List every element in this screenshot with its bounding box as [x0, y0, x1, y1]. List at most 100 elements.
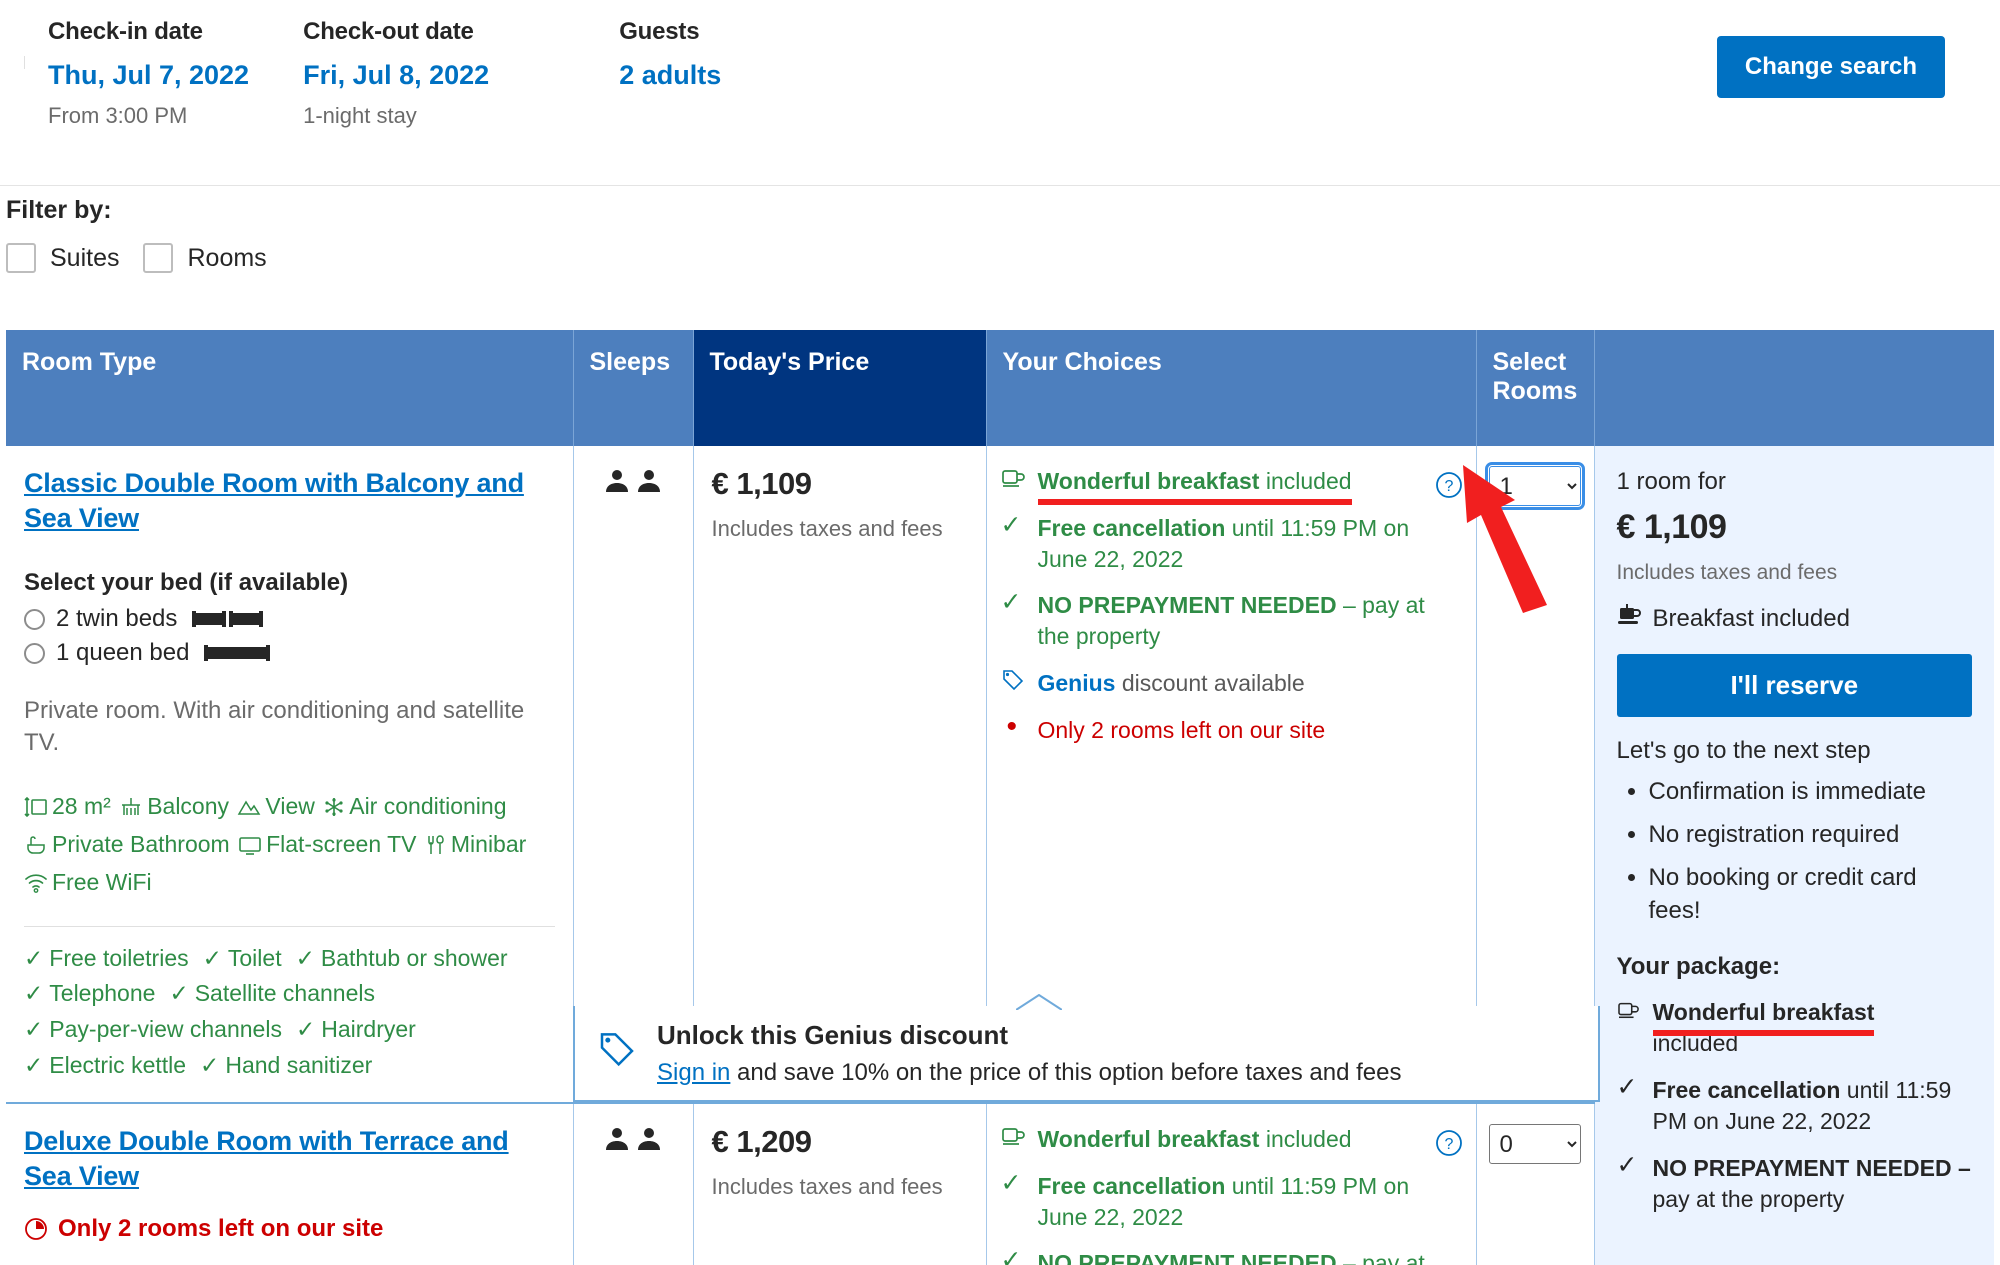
- svg-text:?: ?: [1444, 478, 1453, 495]
- header-reserve-panel: [1594, 330, 1994, 446]
- table-row: Classic Double Room with Balcony and Sea…: [6, 446, 1994, 1265]
- bed-selection-title: Select your bed (if available): [24, 569, 349, 597]
- filter-suites[interactable]: Suites: [6, 243, 119, 273]
- breakfast-icon: [1617, 997, 1641, 1059]
- package-prepayment-text: NO PREPAYMENT NEEDED – pay at the proper…: [1652, 1154, 1971, 1212]
- guests-block[interactable]: Guests 2 adults: [519, 18, 751, 103]
- check-icon: ✓: [24, 944, 44, 971]
- sleeps-cell: [573, 1102, 694, 1265]
- amenity-air-conditioning: Air conditioning: [323, 793, 507, 819]
- amenities-line-3: Free WiFi: [24, 865, 555, 903]
- amenities-line-2: Private Bathroom Flat-screen TV Minibar: [24, 827, 555, 865]
- bed-selection: Select your bed (if available) 2 twin be…: [24, 569, 555, 667]
- choice-prepayment: ✓ NO PREPAYMENT NEEDED – pay at: [1001, 1248, 1428, 1265]
- select-rooms-dropdown[interactable]: 012: [1488, 1124, 1581, 1164]
- facility-line-4: ✓ Electric kettle ✓ Hand sanitizer: [24, 1048, 555, 1084]
- price-taxes-note: Includes taxes and fees: [711, 516, 943, 541]
- breakfast-help-icon[interactable]: ?: [1434, 470, 1464, 505]
- checkout-block[interactable]: Check-out date Fri, Jul 8, 2022 1-night …: [279, 18, 519, 129]
- room-description: Private room. With air conditioning and …: [24, 697, 525, 757]
- room-size-icon: [24, 793, 48, 827]
- queen-bed-radio[interactable]: [24, 642, 45, 664]
- queen-bed-icon: [204, 642, 271, 664]
- genius-banner-notch: [1016, 994, 1062, 1010]
- twin-beds-radio[interactable]: [24, 608, 45, 630]
- panel-benefits-list: Confirmation is immediate No registratio…: [1623, 775, 1973, 927]
- check-icon: ✓: [24, 1052, 44, 1079]
- reserve-panel-cell: 1 room for € 1,109 Includes taxes and fe…: [1594, 446, 1994, 1265]
- check-icon: ✓: [200, 1052, 220, 1079]
- facility-item: ✓ Hand sanitizer: [200, 1052, 373, 1079]
- header-choices: Your Choices: [986, 330, 1477, 446]
- divider: [24, 925, 555, 927]
- checkout-value[interactable]: Fri, Jul 8, 2022: [303, 60, 489, 91]
- air-conditioning-icon: [323, 793, 345, 827]
- price-taxes-note: Includes taxes and fees: [711, 1174, 943, 1199]
- room-name-link[interactable]: Classic Double Room with Balcony and Sea…: [24, 466, 555, 535]
- stay-length: 1-night stay: [303, 103, 417, 128]
- twin-bed-icon: [192, 608, 264, 630]
- header-select-rooms: Select Rooms: [1476, 330, 1595, 446]
- room-type-cell: Deluxe Double Room with Terrace and Sea …: [6, 1102, 574, 1265]
- coffee-cup-icon: [1617, 603, 1643, 634]
- check-icon: ✓: [1000, 510, 1022, 539]
- checkout-label: Check-out date: [303, 18, 474, 45]
- genius-banner-title: Unlock this Genius discount: [657, 1019, 1009, 1050]
- facility-line-2: ✓ Telephone ✓ Satellite channels: [24, 976, 555, 1012]
- check-icon: ✓: [295, 944, 315, 971]
- room-price: € 1,109: [711, 466, 812, 501]
- facility-item: ✓ Bathtub or shower: [295, 944, 508, 971]
- price-cell: € 1,109 Includes taxes and fees: [693, 446, 987, 1104]
- rooms-table: Room Type Sleeps Today's Price Your Choi…: [6, 330, 1994, 1265]
- check-icon: ✓: [295, 1016, 316, 1043]
- filter-rooms[interactable]: Rooms: [143, 243, 267, 273]
- header-room-type: Room Type: [6, 330, 574, 446]
- genius-banner-text: Unlock this Genius discount Sign in and …: [657, 1020, 1402, 1087]
- package-cancellation: ✓ Free cancellation until 11:59 PM on Ju…: [1617, 1075, 1973, 1137]
- breakfast-icon: [1001, 1124, 1027, 1155]
- select-rooms-dropdown[interactable]: 102: [1484, 462, 1585, 510]
- facility-line-3: ✓ Pay-per-view channels ✓ Hairdryer: [24, 1012, 555, 1048]
- reserve-button[interactable]: I'll reserve: [1616, 654, 1972, 717]
- amenity-view: View: [237, 793, 321, 819]
- select-rooms-cell: 102: [1476, 446, 1595, 1104]
- breakfast-text: Wonderful breakfast included: [1037, 466, 1428, 505]
- filter-title: Filter by:: [6, 196, 112, 224]
- cancellation-text: Free cancellation until 11:59 PM on June…: [1037, 514, 1410, 572]
- checkin-block[interactable]: Check-in date Thu, Jul 7, 2022 From 3:00…: [0, 18, 279, 129]
- rooms-label: Rooms: [187, 243, 267, 272]
- choice-prepayment: ✓ NO PREPAYMENT NEEDED – pay at the prop…: [1001, 590, 1428, 652]
- header-sleeps: Sleeps: [573, 330, 694, 446]
- sign-in-link[interactable]: Sign in: [657, 1059, 730, 1086]
- check-icon: ✓: [1616, 1150, 1638, 1179]
- checkin-value[interactable]: Thu, Jul 7, 2022: [48, 60, 249, 91]
- package-breakfast-text: Wonderful breakfast included: [1652, 999, 1875, 1057]
- genius-tag-icon: [1001, 668, 1027, 699]
- facility-line-1: ✓ Free toiletries ✓ Toilet ✓ Bathtub or showe…: [24, 941, 555, 977]
- panel-taxes-note: Includes taxes and fees: [1616, 561, 1838, 584]
- rooms-checkbox[interactable]: [143, 243, 174, 273]
- guests-label: Guests: [619, 18, 700, 45]
- breakfast-help-icon[interactable]: ?: [1434, 1128, 1464, 1163]
- choice-rooms-left: • Only 2 rooms left on our site: [1001, 711, 1428, 746]
- filter-section: Filter by: Suites Rooms: [0, 196, 2000, 273]
- list-item: Confirmation is immediate: [1649, 775, 1973, 808]
- genius-banner-subtitle: Sign in and save 10% on the price of thi…: [657, 1058, 1402, 1086]
- room-name-link[interactable]: Deluxe Double Room with Terrace and Sea …: [24, 1124, 555, 1193]
- check-icon: ✓: [1000, 1168, 1022, 1197]
- check-icon: ✓: [169, 980, 189, 1007]
- choice-breakfast: Wonderful breakfast included: [1001, 1124, 1428, 1155]
- change-search-button[interactable]: Change search: [1716, 36, 1945, 98]
- panel-total-price: € 1,109: [1616, 508, 1727, 546]
- package-breakfast: Wonderful breakfast included: [1617, 997, 1973, 1059]
- room-type-cell: Classic Double Room with Balcony and Sea…: [6, 446, 574, 1104]
- suites-checkbox[interactable]: [6, 243, 36, 273]
- guests-value[interactable]: 2 adults: [619, 60, 721, 91]
- amenities-line-1: 28 m² Balcony View Air conditioning: [24, 789, 555, 827]
- filter-options: Suites Rooms: [0, 243, 2000, 273]
- bed-option-queen[interactable]: 1 queen bed: [24, 639, 555, 667]
- checkin-time: From 3:00 PM: [48, 103, 188, 128]
- bed-option-twin[interactable]: 2 twin beds: [24, 605, 555, 633]
- rooms-left-text: Only 2 rooms left on our site: [1037, 716, 1326, 743]
- check-icon: ✓: [1000, 588, 1022, 617]
